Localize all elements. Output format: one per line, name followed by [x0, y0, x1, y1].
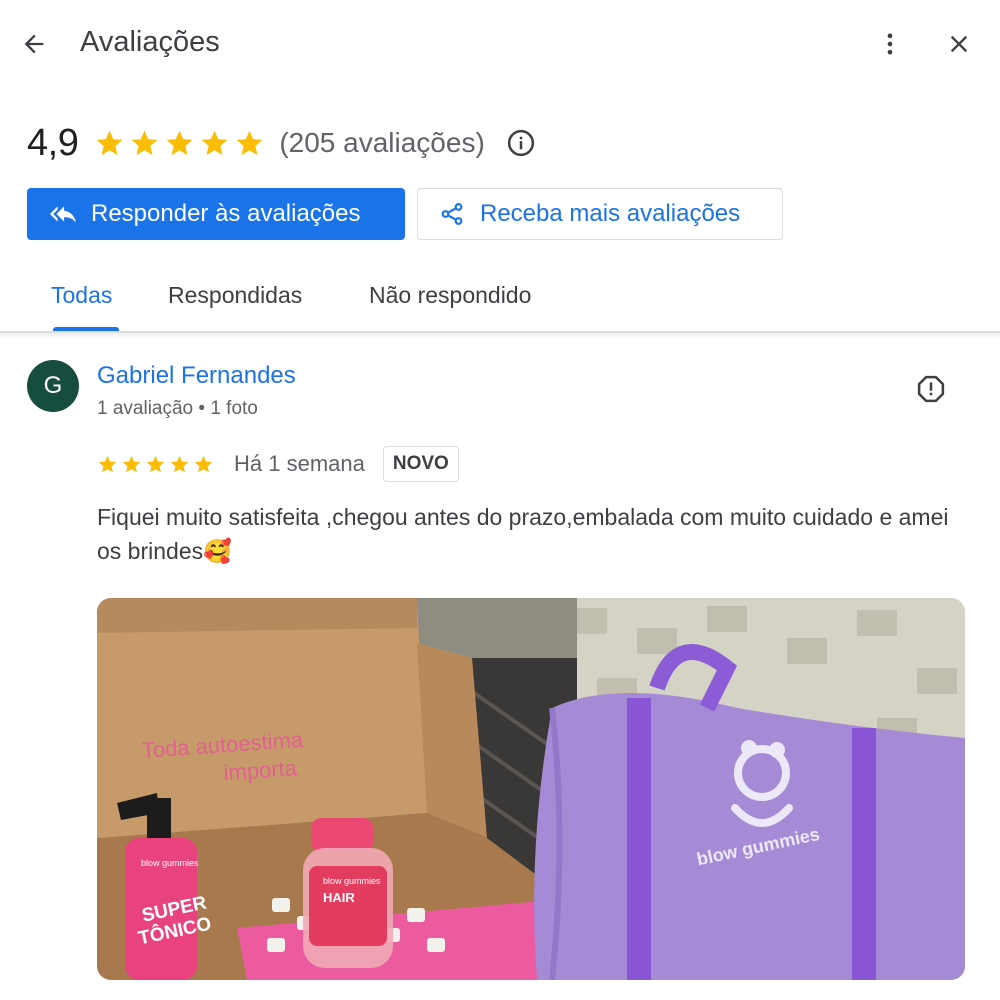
review-rating-row: Há 1 semana NOVO	[97, 444, 459, 484]
review-count: (205 avaliações)	[279, 127, 485, 158]
get-more-reviews-button[interactable]: Receba mais avaliações	[417, 188, 783, 240]
info-icon	[507, 129, 534, 157]
reply-to-reviews-label: Responder às avaliações	[91, 200, 361, 227]
review-date: Há 1 semana	[234, 451, 365, 476]
star-icon	[131, 130, 158, 155]
review-filter-tabs: Todas Respondidas Não respondido	[0, 268, 1000, 332]
new-badge: NOVO	[382, 446, 459, 482]
review-stars	[97, 454, 214, 475]
star-icon	[166, 130, 193, 155]
tab-answered[interactable]: Respondidas	[168, 282, 302, 309]
star-icon	[201, 130, 228, 155]
more-options-button[interactable]	[870, 24, 910, 64]
star-icon	[236, 130, 263, 155]
get-more-reviews-label: Receba mais avaliações	[480, 200, 741, 227]
review-text: Fiquei muito satisfeita ,chegou antes do…	[97, 504, 949, 564]
tab-all[interactable]: Todas	[51, 282, 112, 309]
star-icon	[170, 455, 189, 472]
star-icon	[122, 455, 141, 472]
jar-label: HAIR	[323, 890, 355, 905]
review-photo[interactable]: Toda autoestima importa SUPER TÔNICO blo…	[97, 598, 965, 980]
avatar[interactable]: G	[27, 360, 79, 412]
tab-unanswered[interactable]: Não respondido	[369, 282, 531, 309]
close-icon	[950, 35, 968, 53]
report-review-button[interactable]	[912, 370, 950, 408]
back-button[interactable]	[14, 24, 54, 64]
rating-summary: 4,9 (205 avaliações)	[27, 118, 537, 168]
reviewer-meta: 1 avaliação • 1 foto	[97, 398, 258, 419]
rating-stars	[94, 128, 265, 159]
star-icon	[146, 455, 165, 472]
close-button[interactable]	[939, 24, 979, 64]
reply-all-icon	[49, 200, 77, 228]
average-rating: 4,9	[27, 121, 79, 164]
jar-brand-text: blow gummies	[323, 876, 381, 886]
top-app-bar: Avaliações	[0, 0, 1000, 90]
more-vert-icon	[887, 33, 893, 55]
star-icon	[96, 130, 123, 155]
arrow-back-icon	[24, 34, 44, 54]
spray-brand-text: blow gummies	[141, 858, 199, 868]
tabs-divider	[0, 331, 1000, 333]
reply-to-reviews-button[interactable]: Responder às avaliações	[27, 188, 405, 240]
star-icon	[98, 455, 117, 472]
report-icon	[917, 375, 945, 403]
box-slogan-line2: importa	[223, 755, 299, 785]
info-button[interactable]	[505, 127, 537, 159]
reviewer-name[interactable]: Gabriel Fernandes	[97, 362, 296, 390]
star-icon	[194, 455, 213, 472]
page-title: Avaliações	[80, 26, 220, 58]
share-icon	[438, 200, 466, 228]
